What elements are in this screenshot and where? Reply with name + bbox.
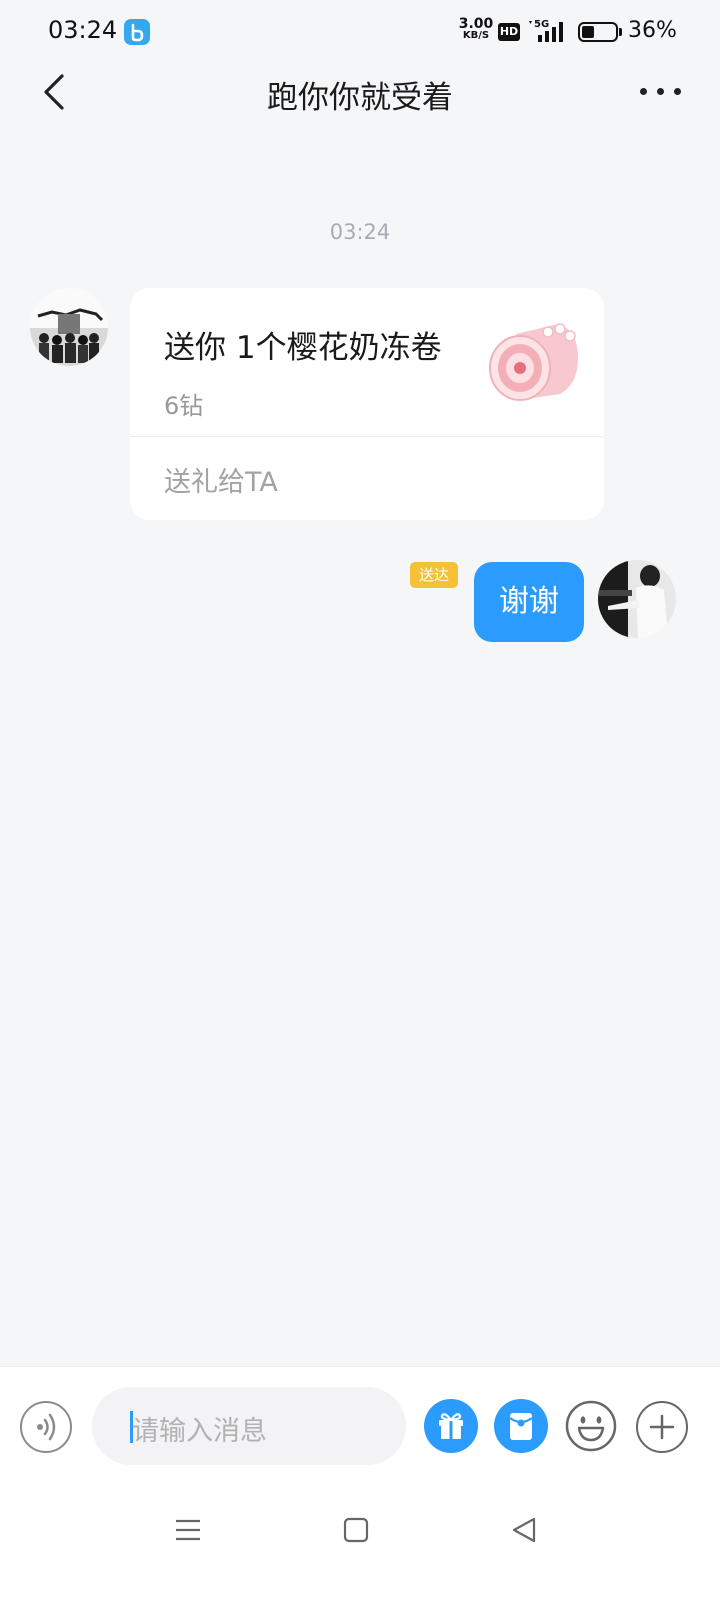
network-type-label: 5G: [534, 19, 549, 30]
signal-5g-icon: 5G: [529, 19, 563, 42]
cherry-blossom-roll-icon: [489, 323, 578, 401]
system-nav-bar: [0, 1486, 720, 1600]
more-dots-icon: [640, 88, 647, 95]
input-bar: 请输入消息: [0, 1366, 720, 1487]
status-time: 03:24: [48, 16, 118, 44]
network-speed-unit: KB/S: [462, 30, 490, 41]
message-input-placeholder: 请输入消息: [132, 1416, 267, 1447]
chat-timestamp: 03:24: [329, 220, 391, 244]
gift-title: 送你 1个樱花奶冻卷: [164, 330, 442, 366]
user-avatar[interactable]: [598, 560, 676, 638]
contact-avatar-image: [30, 288, 108, 366]
back-triangle-icon: [512, 1517, 536, 1543]
nav-home-button[interactable]: [336, 1510, 376, 1550]
battery-icon: [578, 22, 622, 42]
more-actions-button[interactable]: [636, 1401, 688, 1453]
plus-icon: [649, 1414, 675, 1440]
battery-percent: 36%: [628, 18, 677, 43]
home-icon: [343, 1517, 369, 1543]
battery-level-fill: [582, 26, 594, 38]
nav-menu-button[interactable]: [168, 1510, 208, 1550]
voice-icon: [37, 1413, 56, 1441]
emoji-icon: [565, 1400, 617, 1452]
nav-back-button[interactable]: [504, 1510, 544, 1550]
send-gift-link[interactable]: 送礼给TA: [164, 460, 278, 499]
menu-icon: [176, 1519, 200, 1541]
gift-card-divider: [130, 436, 604, 437]
chevron-left-icon: [44, 74, 64, 110]
gift-icon: [439, 1413, 463, 1439]
back-button[interactable]: [36, 70, 76, 114]
sent-message-bubble[interactable]: 谢谢: [474, 562, 584, 642]
user-avatar-image: [598, 560, 676, 638]
contact-avatar[interactable]: [30, 288, 108, 366]
status-bar: 03:24 3.00 KB/S HD 5G 36%: [0, 0, 720, 66]
app-notification-icon: [124, 19, 150, 45]
emoji-button[interactable]: [564, 1399, 618, 1453]
chat-header: 跑你你就受着: [0, 66, 720, 118]
gift-button[interactable]: [424, 1399, 478, 1453]
message-input[interactable]: 请输入消息: [92, 1387, 406, 1465]
voice-button[interactable]: [20, 1401, 72, 1453]
gift-price: 6钻: [164, 392, 204, 420]
network-speed-value: 3.00: [458, 16, 494, 32]
hd-icon: HD: [498, 23, 520, 41]
gift-message-card[interactable]: 送你 1个樱花奶冻卷 6钻 送礼给TA: [130, 288, 604, 520]
page-title: 跑你你就受着: [267, 80, 453, 116]
network-speed: 3.00 KB/S: [458, 16, 494, 42]
red-packet-icon: [509, 1413, 533, 1440]
more-button[interactable]: [640, 80, 688, 102]
delivered-status-badge: 送达: [410, 562, 458, 588]
red-packet-button[interactable]: [494, 1399, 548, 1453]
